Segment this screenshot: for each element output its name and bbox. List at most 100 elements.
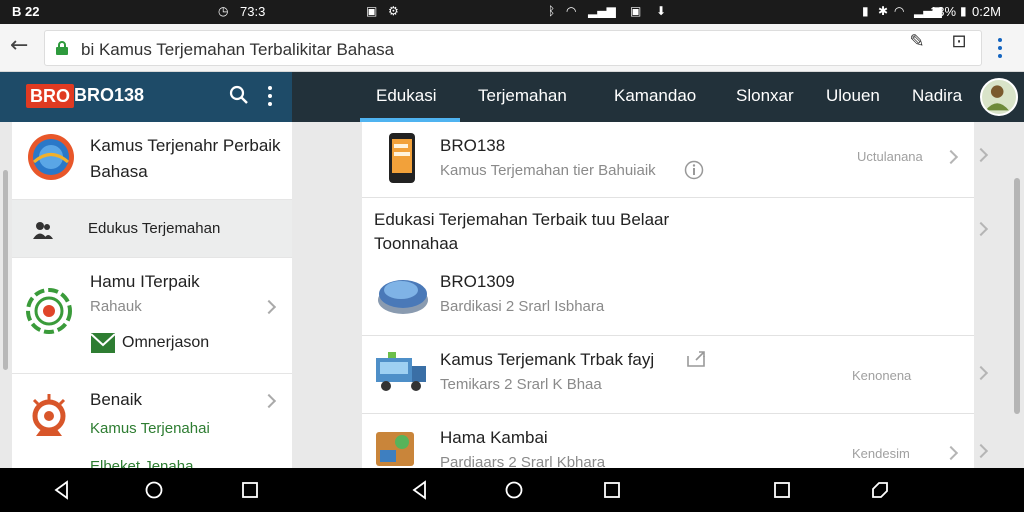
main-scrollbar[interactable] — [1014, 178, 1020, 414]
image-status-icon: ▣ — [630, 4, 642, 18]
item-subtitle: Temikars 2 Srarl K Bhaa — [440, 376, 602, 393]
list-item[interactable]: Kamus Terjemank Trbak fayj Temikars 2 Sr… — [362, 336, 974, 414]
status-center-time: 73:3 — [240, 4, 266, 19]
url-bar[interactable]: bi Kamus Terjemahan Terbalikitar Bahasa — [44, 30, 982, 66]
system-navigation-bar — [0, 468, 1024, 512]
section-heading: Edukasi Terjemahan Terbaik tuu Belaar — [374, 210, 670, 229]
recents-nav-icon[interactable] — [602, 480, 622, 500]
chevron-right-icon[interactable] — [973, 221, 989, 237]
sidebar-item-edukus[interactable]: Edukus Terjemahan — [12, 200, 292, 258]
main-content: BRO138 Kamus Terjemahan tier Bahuiaik Uc… — [362, 122, 974, 468]
home-nav-icon[interactable] — [504, 480, 524, 500]
tab-ulouen[interactable]: Ulouen — [826, 86, 880, 106]
back-nav-icon[interactable] — [410, 480, 430, 500]
wifi-status-icon: ◠ — [566, 4, 577, 18]
notification-icon: ▣ — [366, 4, 378, 18]
item-title: BRO138 — [440, 136, 506, 155]
avatar[interactable] — [980, 78, 1018, 116]
chevron-right-icon[interactable] — [973, 365, 989, 381]
item-subtitle: Pardiaars 2 Srarl Kbhara — [440, 454, 606, 468]
sidebar-item-title: Hamu ITerpaik — [90, 272, 200, 291]
sidebar-item-subtitle: Kamus Terjenahai — [90, 420, 210, 437]
chevron-right-icon — [943, 149, 959, 165]
sidebar: Kamus Terjenahr Perbaik Bahasa Edukus Te… — [12, 122, 292, 468]
sidebar-item-title: Edukus Terjemahan — [88, 220, 221, 237]
sidebar-item-title: Benaik — [90, 390, 142, 409]
tab-slonxar[interactable]: Slonxar — [736, 86, 794, 106]
back-nav-icon[interactable] — [52, 480, 72, 500]
item-subtitle: Kamus Terjemahan tier Bahuiaik — [440, 162, 656, 179]
app-header-left: BRO BRO138 — [0, 72, 292, 122]
status-right-time: 0:2M — [972, 4, 1001, 19]
people-icon — [33, 222, 53, 239]
item-meta: Kenonena — [852, 368, 912, 383]
status-left-text: B 22 — [12, 4, 40, 19]
bluetooth-status-icon: ᛒ — [548, 4, 556, 18]
sidebar-item-kamus[interactable]: Kamus Terjenahr Perbaik Bahasa — [12, 122, 292, 200]
item-subtitle: Bardikasi 2 Srarl Isbhara — [440, 298, 605, 315]
tab-edukasi[interactable]: Edukasi — [376, 86, 436, 106]
status-bar: B 22 ◷ 73:3 ▣ ⚙ ᛒ ◠ ▂▄▆ ▣ ⬇ ▮ ✱ ◠ ▂▄▆ 13… — [0, 0, 1024, 24]
chevron-right-icon — [261, 299, 277, 315]
item-meta: Uctulanana — [857, 149, 923, 164]
button-icon — [378, 280, 428, 314]
sidebar-item-title-line2: Bahasa — [90, 162, 148, 181]
brand-name[interactable]: BRO138 — [74, 85, 144, 106]
sidebar-item-benaik[interactable]: Benaik Kamus Terjenahai Elbeket Jenaha — [12, 374, 292, 468]
share-icon[interactable] — [686, 350, 708, 368]
tabs-icon[interactable]: ⊡ — [948, 32, 970, 52]
list-item[interactable]: BRO138 Kamus Terjemahan tier Bahuiaik Uc… — [362, 122, 974, 198]
box-icon — [376, 432, 414, 466]
chevron-right-icon[interactable] — [973, 147, 989, 163]
mail-icon — [90, 333, 116, 353]
sidebar-item-subtitle: Rahauk — [90, 298, 142, 315]
item-title: Hama Kambai — [440, 428, 548, 447]
home-nav-icon[interactable] — [144, 480, 164, 500]
list-item[interactable]: Edukasi Terjemahan Terbaik tuu Belaar To… — [362, 198, 974, 336]
bookmark-icon[interactable]: ✎ — [906, 32, 928, 52]
sidebar-item-hamu[interactable]: Hamu ITerpaik Rahauk Omnerjason — [12, 258, 292, 374]
wifi-right-icon: ◠ — [894, 4, 905, 18]
sidebar-scrollbar[interactable] — [3, 170, 8, 370]
battery-percent: 13% — [930, 4, 957, 19]
download-status-icon: ⬇ — [656, 4, 667, 18]
alarm-status-icon: ◷ — [218, 4, 229, 18]
section-heading-line2: Toonnahaa — [374, 234, 459, 253]
target-icon — [26, 288, 72, 334]
recents-nav-icon[interactable] — [240, 480, 260, 500]
sidebar-item-extra: Elbeket Jenaha — [90, 458, 194, 468]
globe-logo-icon — [28, 134, 74, 180]
truck-icon — [376, 352, 426, 391]
bluetooth-right-icon: ✱ — [878, 4, 889, 18]
chevron-right-icon[interactable] — [973, 443, 989, 459]
item-meta: Kendesim — [852, 446, 910, 461]
tab-nadira[interactable]: Nadira — [912, 86, 962, 106]
info-icon[interactable] — [684, 160, 704, 180]
rotate-nav-icon[interactable] — [870, 480, 890, 500]
tab-terjemahan[interactable]: Terjemahan — [478, 86, 567, 106]
search-icon[interactable] — [228, 84, 250, 108]
vibrate-status-icon: ▮ — [862, 4, 869, 18]
item-title: Kamus Terjemank Trbak fayj — [440, 350, 655, 369]
settings-status-icon: ⚙ — [388, 4, 399, 18]
alarm-icon — [32, 394, 66, 436]
url-text[interactable]: bi Kamus Terjemahan Terbalikitar Bahasa — [81, 40, 394, 60]
list-item[interactable]: Hama Kambai Pardiaars 2 Srarl Kbhara Ken… — [362, 414, 974, 468]
browser-menu-icon[interactable] — [990, 32, 1010, 64]
chevron-right-icon — [261, 393, 277, 409]
lock-icon — [56, 41, 68, 55]
phone-icon — [389, 133, 415, 183]
chevron-right-icon — [943, 445, 959, 461]
recents-nav-icon[interactable] — [772, 480, 792, 500]
brand-badge[interactable]: BRO — [26, 84, 74, 108]
item-title: BRO1309 — [440, 272, 515, 291]
tab-kamandao[interactable]: Kamandao — [614, 86, 696, 106]
browser-toolbar: ← bi Kamus Terjemahan Terbalikitar Bahas… — [0, 24, 1024, 72]
sidebar-item-title: Kamus Terjenahr Perbaik — [90, 136, 281, 155]
more-options-icon[interactable] — [264, 84, 276, 110]
battery-icon: ▮ — [960, 4, 967, 18]
back-arrow-icon[interactable]: ← — [10, 34, 34, 58]
signal-icon: ▂▄▆ — [588, 4, 616, 18]
app-header: BRO BRO138 Edukasi Terjemahan Kamandao S… — [0, 72, 1024, 122]
sidebar-item-extra: Omnerjason — [122, 334, 210, 351]
